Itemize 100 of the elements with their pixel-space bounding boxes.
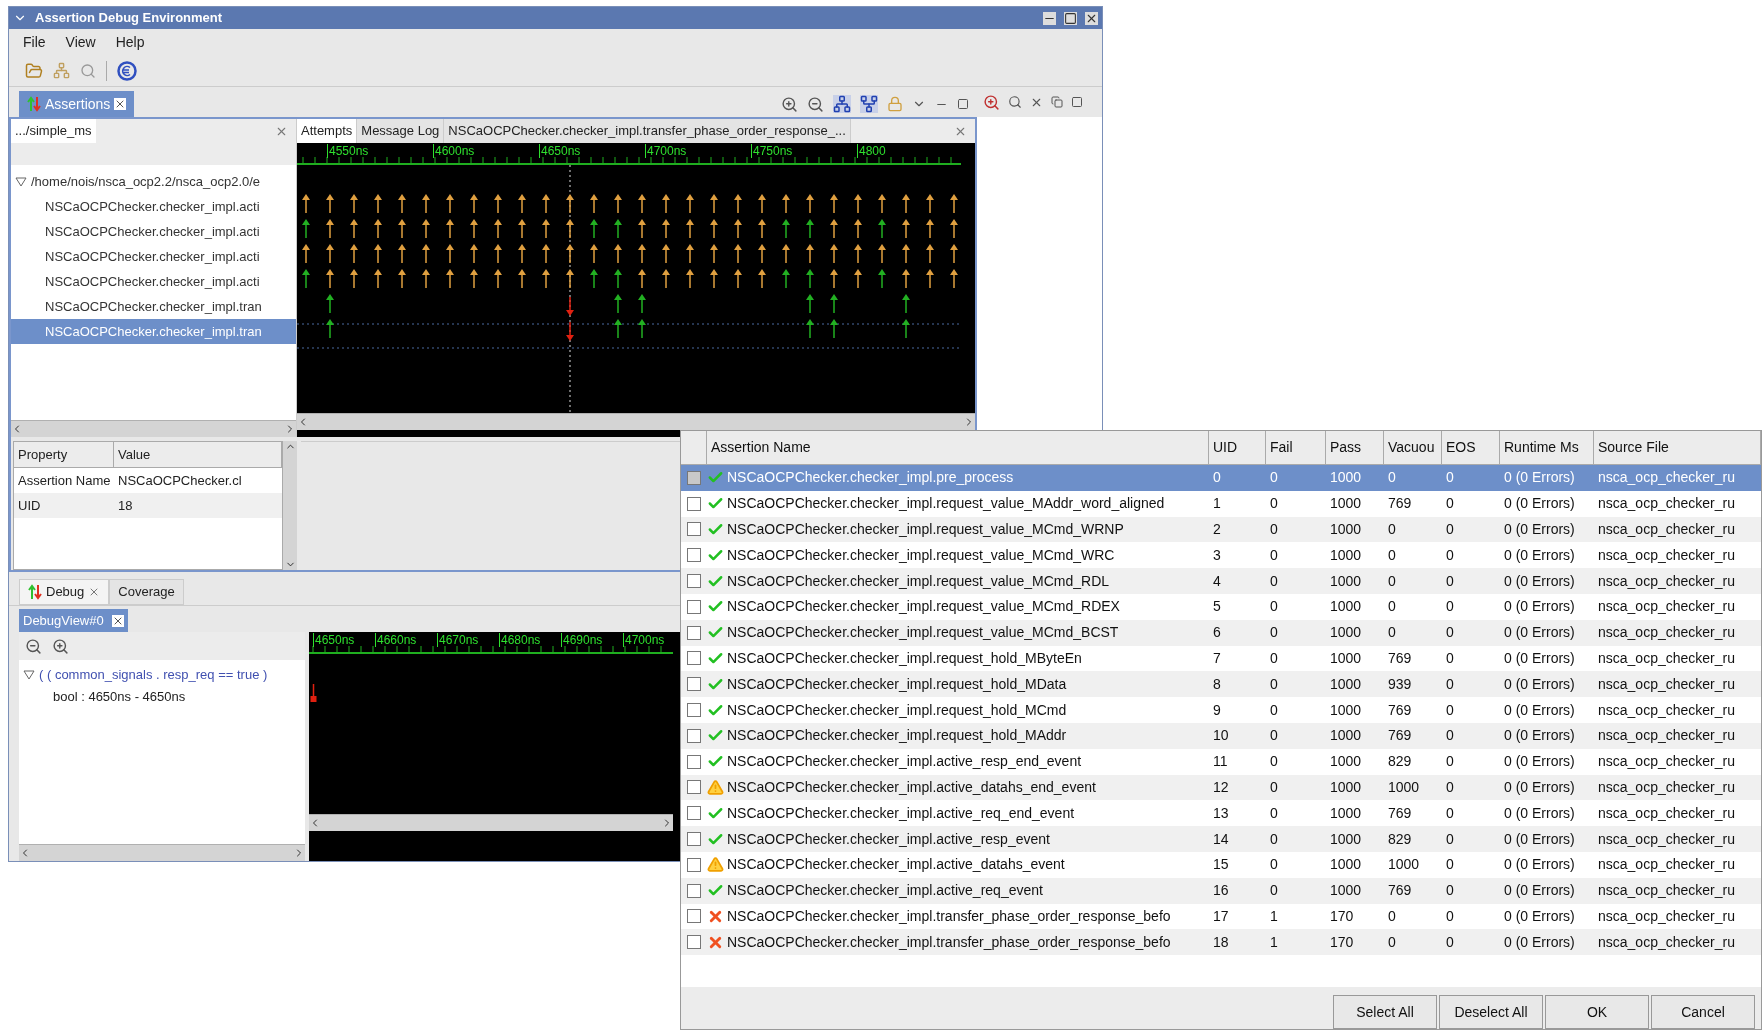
horizontal-scrollbar[interactable] <box>297 413 975 430</box>
maximize-view-icon[interactable] <box>957 98 969 110</box>
row-checkbox[interactable] <box>687 806 701 821</box>
row-checkbox[interactable] <box>687 548 701 563</box>
tree-item[interactable]: NSCaOCPChecker.checker_impl.tran <box>11 294 296 319</box>
warning-icon <box>707 778 724 796</box>
tree-item[interactable]: NSCaOCPChecker.checker_impl.acti <box>11 269 296 294</box>
table-row[interactable]: NSCaOCPChecker.checker_impl.request_hold_MData 8 0 1000 939 0 0 (0 Errors) nsca_ocp_checker_ru <box>681 671 1761 698</box>
tree-item[interactable]: /home/nois/nsca_ocp2.2/nsca_ocp2.0/e <box>31 171 261 192</box>
dialog-button[interactable]: OK <box>1545 995 1649 1029</box>
column-header[interactable]: Value <box>114 442 282 467</box>
table-row[interactable]: NSCaOCPChecker.checker_impl.request_value_MCmd_WRNP 2 0 1000 0 0 0 (0 Errors) nsca_ocp_checker_ru <box>681 516 1761 543</box>
search-icon[interactable] <box>1008 95 1022 109</box>
tree-view-icon[interactable] <box>833 95 851 113</box>
table-cell-text: 0 <box>1445 545 1455 565</box>
row-checkbox[interactable] <box>687 832 701 847</box>
table-cell-text: nsca_ocp_checker_ru <box>1597 545 1736 565</box>
editor-tab[interactable]: NSCaOCPChecker.checker_impl.transfer_phase_order_response_... <box>444 119 851 143</box>
row-checkbox[interactable] <box>687 496 701 511</box>
tree-item[interactable]: ( ( common_signals . resp_req == true ) <box>39 665 268 685</box>
column-header[interactable]: UID <box>1209 431 1266 464</box>
column-header[interactable]: Pass <box>1326 431 1384 464</box>
zoom-in-icon[interactable] <box>781 95 798 113</box>
tree-item[interactable]: bool : 4650ns - 4650ns <box>19 686 305 708</box>
column-header[interactable]: Fail <box>1266 431 1326 464</box>
table-row[interactable]: NSCaOCPChecker.checker_impl.request_value_MCmd_BCST 6 0 1000 0 0 0 (0 Errors) nsca_ocp_checker_ru <box>681 619 1761 646</box>
row-checkbox[interactable] <box>687 909 701 924</box>
row-checkbox[interactable] <box>687 935 701 950</box>
horizontal-scrollbar[interactable] <box>19 844 305 861</box>
horizontal-scrollbar[interactable] <box>11 420 296 437</box>
coin-icon[interactable] <box>117 60 137 81</box>
restore-icon[interactable] <box>1051 96 1063 108</box>
maximize-icon[interactable] <box>1064 11 1077 25</box>
expand-icon[interactable] <box>15 176 27 187</box>
tree-item[interactable]: NSCaOCPChecker.checker_impl.acti <box>11 219 296 244</box>
time-label: 4650ns <box>313 633 355 647</box>
row-checkbox[interactable] <box>687 470 701 485</box>
row-checkbox[interactable] <box>687 599 701 614</box>
navigator-tab[interactable]: .../simple_ms <box>11 119 96 143</box>
row-checkbox[interactable] <box>687 703 701 718</box>
column-header[interactable]: Source File <box>1594 431 1761 464</box>
column-header[interactable]: EOS <box>1442 431 1500 464</box>
dialog-button[interactable]: Deselect All <box>1439 995 1543 1029</box>
close-icon[interactable] <box>1085 11 1098 25</box>
dialog-button[interactable]: Select All <box>1333 995 1437 1029</box>
row-checkbox[interactable] <box>687 883 701 898</box>
expand-icon[interactable] <box>23 670 35 680</box>
editor-tab[interactable]: Attempts <box>297 119 358 143</box>
row-checkbox[interactable] <box>687 625 701 640</box>
table-cell-text: 0 <box>1445 623 1455 643</box>
zoom-out-icon[interactable] <box>807 95 824 113</box>
menu-item[interactable]: Help <box>115 31 145 53</box>
zoom-in-icon[interactable] <box>52 637 69 655</box>
row-checkbox[interactable] <box>687 574 701 589</box>
tree-item[interactable]: NSCaOCPChecker.checker_impl.acti <box>11 194 296 219</box>
table-row[interactable]: NSCaOCPChecker.checker_impl.request_hold_MAddr 10 0 1000 769 0 0 (0 Errors) nsca_ocp_checker_ru <box>681 722 1761 749</box>
column-header[interactable]: Runtime Ms <box>1500 431 1594 464</box>
table-cell-text: 1000 <box>1329 648 1363 668</box>
folder-icon[interactable] <box>25 61 43 80</box>
column-header[interactable]: Vacuou <box>1384 431 1442 464</box>
warning-icon <box>707 856 724 874</box>
row-checkbox[interactable] <box>687 522 701 537</box>
table-cell-text: 1 <box>1269 906 1279 926</box>
table-row[interactable]: NSCaOCPChecker.checker_impl.active_datahs_end_event 12 0 1000 1000 0 0 (0 Errors) nsca_ocp_checker_ru <box>681 774 1761 801</box>
row-checkbox[interactable] <box>687 857 701 872</box>
column-header[interactable]: Assertion Name <box>707 431 1209 464</box>
view-tab[interactable]: Coverage <box>109 579 184 605</box>
expand-tree-icon[interactable] <box>860 95 878 113</box>
table-row[interactable]: NSCaOCPChecker.checker_impl.request_value_MCmd_RDL 4 0 1000 0 0 0 (0 Errors) nsca_ocp_checker_ru <box>681 568 1761 594</box>
table-row[interactable]: NSCaOCPChecker.checker_impl.transfer_phase_order_response_befo 18 1 170 0 0 0 (0 Errors) nsca_ocp_checker_ru <box>681 929 1761 956</box>
view-tab[interactable]: Debug <box>19 579 110 605</box>
table-row[interactable]: NSCaOCPChecker.checker_impl.active_resp_event 14 0 1000 829 0 0 (0 Errors) nsca_ocp_checker_ru <box>681 826 1761 852</box>
table-cell-text: 1000 <box>1329 571 1363 591</box>
search-icon[interactable] <box>80 62 96 79</box>
row-checkbox[interactable] <box>687 754 701 769</box>
time-label: 4680ns <box>499 633 541 647</box>
table-cell-text: 0 (0 Errors) <box>1503 571 1576 591</box>
table-cell-text: 14 <box>1212 829 1230 849</box>
zoom-out-icon[interactable] <box>25 637 42 655</box>
vertical-scrollbar[interactable] <box>283 441 297 570</box>
close-tab-icon[interactable] <box>114 98 127 110</box>
horizontal-scrollbar[interactable] <box>309 814 673 831</box>
column-header[interactable]: Property <box>14 442 114 467</box>
table-cell-text: 0 <box>1269 777 1279 797</box>
table-row[interactable]: NSCaOCPChecker.checker_impl.active_req_event 16 0 1000 769 0 0 (0 Errors) nsca_ocp_checker_ru <box>681 877 1761 904</box>
tree-item[interactable]: NSCaOCPChecker.checker_impl.acti <box>11 244 296 269</box>
menu-item[interactable]: View <box>65 31 96 53</box>
row-checkbox[interactable] <box>687 780 701 795</box>
table-cell-text: 17 <box>1212 906 1230 926</box>
maximize-view-icon[interactable] <box>1071 96 1083 108</box>
row-checkbox[interactable] <box>687 677 701 692</box>
row-checkbox[interactable] <box>687 651 701 666</box>
table-cell-text: 1000 <box>1329 829 1363 849</box>
dialog-button[interactable]: Cancel <box>1651 995 1755 1029</box>
row-checkbox[interactable] <box>687 728 701 743</box>
minimize-icon[interactable] <box>1043 11 1056 25</box>
menu-item[interactable]: File <box>23 31 46 53</box>
close-tab-icon[interactable] <box>111 614 124 627</box>
zoom-in-icon[interactable] <box>983 93 1000 111</box>
editor-tab[interactable]: Message Log <box>357 119 445 143</box>
